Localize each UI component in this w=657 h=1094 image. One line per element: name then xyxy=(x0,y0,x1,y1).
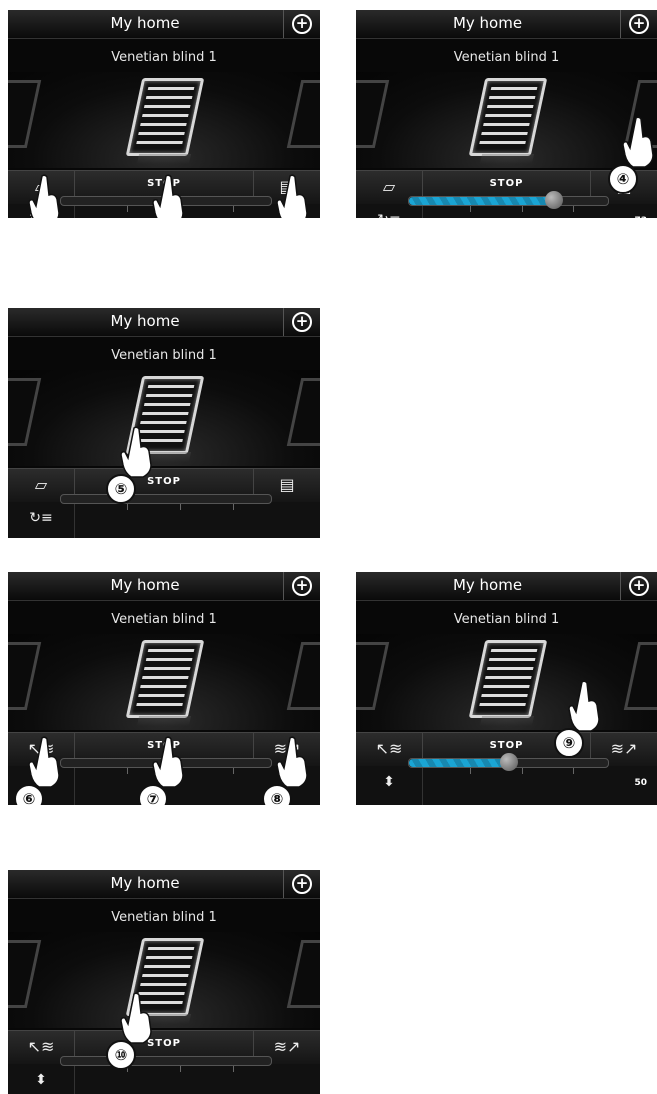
device-carousel[interactable] xyxy=(8,72,320,168)
plus-icon: + xyxy=(292,576,312,596)
device-carousel[interactable] xyxy=(8,370,320,466)
device-name: Venetian blind 1 xyxy=(453,50,560,65)
page-title: My home xyxy=(110,874,180,892)
plus-icon: + xyxy=(629,14,649,34)
previous-device-icon[interactable] xyxy=(8,378,42,446)
previous-device-icon[interactable] xyxy=(8,80,42,148)
slat-close-icon: ≋↗ xyxy=(273,1037,301,1056)
next-device-icon[interactable] xyxy=(286,378,320,446)
blind-reflection xyxy=(136,716,192,726)
slider-ticks xyxy=(8,1066,320,1076)
next-device-icon[interactable] xyxy=(286,940,320,1008)
device-carousel[interactable] xyxy=(8,634,320,730)
next-device-icon[interactable] xyxy=(623,642,657,710)
add-button[interactable]: + xyxy=(620,10,657,38)
slider-value: 50 xyxy=(634,778,647,788)
device-name: Venetian blind 1 xyxy=(111,50,217,65)
slider-ticks xyxy=(356,768,657,778)
plus-icon: + xyxy=(629,576,649,596)
position-slider[interactable] xyxy=(408,753,609,771)
device-name: Venetian blind 1 xyxy=(111,910,217,925)
pointing-hand-icon xyxy=(28,174,62,218)
next-device-icon[interactable] xyxy=(286,80,320,148)
add-button[interactable]: + xyxy=(620,572,657,600)
blind-open-icon: ▱ xyxy=(34,475,48,494)
previous-device-icon[interactable] xyxy=(8,940,42,1008)
device-carousel[interactable] xyxy=(356,72,657,168)
title-bar: My home + xyxy=(356,10,657,39)
venetian-blind-icon xyxy=(125,640,205,718)
pointing-hand-icon xyxy=(152,174,186,218)
venetian-blind-icon xyxy=(125,78,205,156)
title-bar: My home + xyxy=(8,10,320,39)
position-slider[interactable] xyxy=(408,191,609,209)
plus-icon: + xyxy=(292,312,312,332)
previous-device-icon[interactable] xyxy=(8,642,42,710)
title-bar: My home + xyxy=(356,572,657,601)
plus-icon: + xyxy=(292,874,312,894)
position-slider[interactable] xyxy=(60,1056,272,1066)
page-title: My home xyxy=(110,312,180,330)
slat-open-icon: ↖≋ xyxy=(27,1037,55,1056)
device-screen: My home + Venetian blind 1 ▱ STOP ▤ ↻≡ ①… xyxy=(8,10,320,218)
device-name: Venetian blind 1 xyxy=(111,612,217,627)
slat-close-icon: ≋↗ xyxy=(610,739,638,758)
slider-ticks xyxy=(356,206,657,216)
venetian-blind-icon xyxy=(468,78,547,156)
device-name: Venetian blind 1 xyxy=(453,612,560,627)
step-callout: ⑨ xyxy=(554,728,584,758)
add-button[interactable]: + xyxy=(283,10,320,38)
blind-reflection xyxy=(479,154,534,164)
device-screen: My home + Venetian blind 1 ▱ STOP ▤ ↻≡ ⑤ xyxy=(8,308,320,538)
blind-reflection xyxy=(479,716,534,726)
device-screen: My home + Venetian blind 1 ↖≋ STOP ≋↗ ⬍ … xyxy=(356,572,657,805)
title-bar: My home + xyxy=(8,572,320,601)
plus-icon: + xyxy=(292,14,312,34)
title-bar: My home + xyxy=(8,870,320,899)
blind-reflection xyxy=(136,154,192,164)
page-title: My home xyxy=(452,14,523,32)
blind-closed-icon: ▤ xyxy=(279,475,295,494)
device-carousel[interactable] xyxy=(356,634,657,730)
venetian-blind-icon xyxy=(468,640,547,718)
add-button[interactable]: + xyxy=(283,870,320,898)
title-bar: My home + xyxy=(8,308,320,337)
add-button[interactable]: + xyxy=(283,572,320,600)
device-screen: My home + Venetian blind 1 ▱ STOP ▤ ↻≡ 7… xyxy=(356,10,657,218)
pointing-hand-icon xyxy=(276,174,310,218)
previous-device-icon[interactable] xyxy=(356,80,390,148)
position-slider[interactable] xyxy=(60,494,272,504)
device-screen: My home + Venetian blind 1 ↖≋ STOP ≋↗ ⬍ … xyxy=(8,870,320,1094)
page-title: My home xyxy=(110,576,180,594)
previous-device-icon[interactable] xyxy=(356,642,390,710)
blind-open-icon: ▱ xyxy=(382,177,396,196)
step-callout: ⑤ xyxy=(106,474,136,504)
slider-fill xyxy=(409,759,509,767)
next-device-icon[interactable] xyxy=(286,642,320,710)
step-callout: ④ xyxy=(608,164,638,194)
slider-value: 73 xyxy=(634,216,647,218)
step-callout: ⑩ xyxy=(106,1040,136,1070)
slider-fill xyxy=(409,197,555,205)
device-screen: My home + Venetian blind 1 ↖≋ STOP ≋↗ ⬍ … xyxy=(8,572,320,805)
device-carousel[interactable] xyxy=(8,932,320,1028)
device-name: Venetian blind 1 xyxy=(111,348,217,363)
slat-open-icon: ↖≋ xyxy=(375,739,403,758)
slider-ticks xyxy=(8,504,320,514)
page-title: My home xyxy=(110,14,180,32)
page-title: My home xyxy=(452,576,523,594)
add-button[interactable]: + xyxy=(283,308,320,336)
